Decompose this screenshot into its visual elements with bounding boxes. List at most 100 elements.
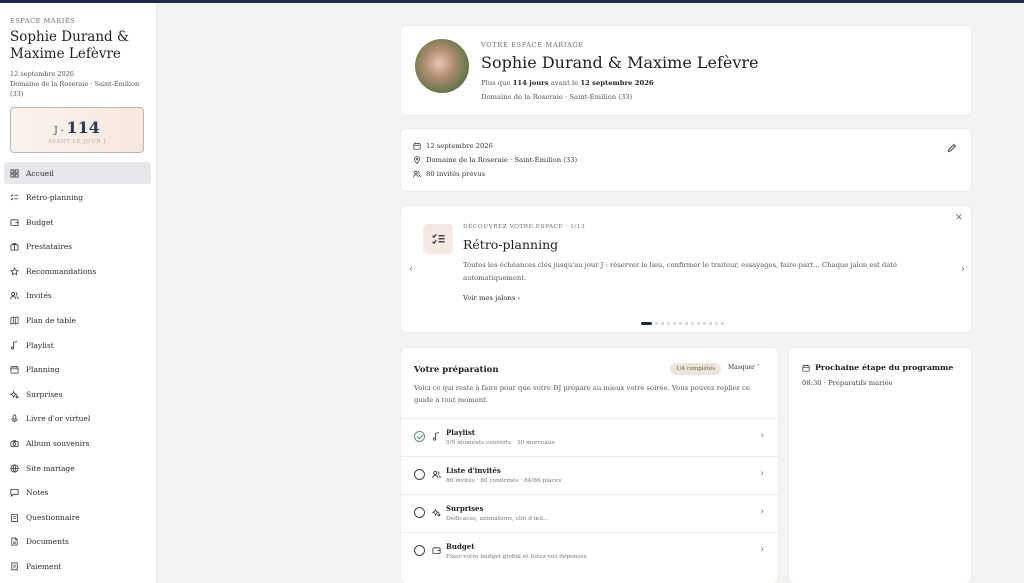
check-empty-icon[interactable] [414, 545, 425, 556]
task-meta: Dédicaces, animations, clin d'œil… [446, 516, 549, 522]
carousel-dot[interactable] [641, 322, 652, 325]
chevron-right-icon: › [517, 294, 521, 302]
sidebar: ESPACE MARIÉS Sophie Durand & Maxime Lef… [0, 3, 157, 583]
couple-names: Sophie Durand & Maxime Lefèvre [10, 29, 129, 62]
pencil-icon[interactable] [947, 143, 957, 153]
sidebar-item-label: Surprises [26, 389, 63, 399]
calendar-icon [802, 364, 810, 372]
event-info-card: 12 septembre 2026 Domaine de la Roseraie… [401, 129, 971, 191]
users-icon [413, 170, 421, 178]
chevron-right-icon: › [760, 507, 764, 517]
carousel-dot[interactable] [673, 322, 676, 325]
chevron-right-icon: › [760, 545, 764, 555]
sidebar-item-label: Playlist [26, 340, 54, 350]
next-step-title: Prochaine étape du programme [802, 363, 953, 372]
hero-countdown-line: Plus que 114 jours avant le 12 septembre… [481, 79, 654, 87]
close-icon[interactable]: × [955, 212, 963, 223]
carousel-dot[interactable] [697, 322, 700, 325]
chevron-left-icon[interactable]: ‹ [409, 264, 413, 275]
hero-days: 114 jours [512, 79, 549, 87]
info-guests: 80 invités prévus [413, 170, 485, 178]
task-name: Playlist [446, 428, 476, 437]
hero-place: Domaine de la Roseraie · Saint-Émilion (… [481, 93, 633, 101]
location-pin-icon [414, 156, 420, 164]
grid-icon [10, 168, 19, 178]
carousel-eyebrow: DÉCOUVREZ VOTRE ESPACE · 1/13 [463, 224, 586, 230]
sidebar-item-album-souvenirs[interactable]: Album souvenirs [4, 433, 151, 455]
task-name: Budget [446, 542, 475, 551]
sidebar-item-label: Recommandations [26, 266, 97, 276]
carousel-dot[interactable] [661, 322, 664, 325]
welcome-card: VOTRE ESPACE MARIAGE Sophie Durand & Max… [401, 26, 971, 115]
carousel-dot[interactable] [691, 322, 694, 325]
info-place: Domaine de la Roseraie · Saint-Émilion (… [413, 156, 577, 164]
sidebar-item-label: Album souvenirs [26, 439, 90, 449]
chevron-up-icon: ˄ [756, 364, 760, 371]
hide-guide-button[interactable]: Masquer ˄ [728, 364, 760, 371]
wedding-place: Domaine de la Roseraie · Saint-Émilion (… [10, 80, 140, 98]
sidebar-eyebrow: ESPACE MARIÉS [10, 17, 76, 25]
task-row-surprises[interactable]: Surprises Dédicaces, animations, clin d'… [401, 494, 778, 532]
carousel-dot[interactable] [709, 322, 712, 325]
carousel-dot[interactable] [721, 322, 724, 325]
task-meta: 86 invités · 80 confirmés · 84/86 places [446, 478, 562, 484]
sidebar-item-label: Rétro-planning [26, 193, 84, 203]
clipboard-icon [10, 513, 19, 522]
users-icon [432, 471, 441, 479]
sidebar-item-accueil[interactable]: Accueil [4, 162, 151, 184]
carousel-dot[interactable] [685, 322, 688, 325]
countdown-label: AVANT LE JOUR J [48, 139, 106, 145]
sidebar-item-prestataires[interactable]: Prestataires [4, 236, 151, 258]
chevron-right-icon: › [760, 469, 764, 479]
document-icon [11, 537, 18, 546]
carousel-dots [641, 322, 727, 325]
sidebar-item-planning[interactable]: Planning [4, 359, 151, 381]
sidebar-item-recommandations[interactable]: Recommandations [4, 260, 151, 282]
sidebar-item-label: Documents [26, 537, 69, 547]
star-icon [10, 266, 19, 276]
sidebar-item-label: Prestataires [26, 242, 73, 252]
sidebar-item-budget[interactable]: Budget [4, 211, 151, 233]
check-done-icon[interactable] [414, 431, 425, 442]
check-empty-icon[interactable] [414, 507, 425, 518]
camera-icon [10, 440, 19, 448]
preparation-title: Votre préparation [414, 365, 499, 375]
sidebar-item-retro-planning[interactable]: Rétro-planning [4, 187, 151, 209]
sidebar-item-invites[interactable]: Invités [4, 285, 151, 307]
carousel-dot[interactable] [703, 322, 706, 325]
hero-eyebrow: VOTRE ESPACE MARIAGE [481, 41, 584, 49]
task-row-budget[interactable]: Budget Fixer votre budget global et list… [401, 532, 778, 570]
carousel-dot[interactable] [655, 322, 658, 325]
sidebar-item-livre-dor[interactable]: Livre d'or virtuel [4, 408, 151, 430]
sidebar-item-label: Questionnaire [26, 512, 80, 522]
carousel-dot[interactable] [715, 322, 718, 325]
sidebar-item-playlist[interactable]: Playlist [4, 334, 151, 356]
sidebar-item-notes[interactable]: Notes [4, 482, 151, 504]
sidebar-item-documents[interactable]: Documents [4, 531, 151, 553]
next-step-item[interactable]: 08:30 · Préparatifs mariée [802, 379, 893, 387]
message-icon [10, 489, 19, 498]
carousel-dot[interactable] [667, 322, 670, 325]
task-row-guests[interactable]: Liste d'invités 86 invités · 80 confirmé… [401, 456, 778, 494]
sidebar-item-plan-de-table[interactable]: Plan de table [4, 310, 151, 332]
hide-label: Masquer [728, 364, 755, 371]
view-milestones-link[interactable]: Voir mes jalons › [463, 294, 520, 302]
chevron-right-icon[interactable]: › [961, 264, 965, 275]
sidebar-item-site-mariage[interactable]: Site mariage [4, 457, 151, 479]
sidebar-item-label: Site mariage [26, 463, 75, 473]
discover-carousel: × ‹ › DÉCOUVREZ VOTRE ESPACE · 1/13 Rétr… [401, 206, 971, 332]
calendar-icon [10, 366, 19, 374]
task-row-playlist[interactable]: Playlist 5/9 moments couverts · 30 morce… [401, 418, 778, 456]
sidebar-item-surprises[interactable]: Surprises [4, 383, 151, 405]
check-empty-icon[interactable] [414, 469, 425, 480]
info-date-text: 12 septembre 2026 [426, 142, 493, 150]
sidebar-item-questionnaire[interactable]: Questionnaire [4, 506, 151, 528]
task-meta: 5/9 moments couverts · 30 morceaux [446, 440, 555, 446]
carousel-title: Rétro-planning [463, 237, 559, 252]
task-name: Liste d'invités [446, 466, 501, 475]
sparkle-icon [432, 508, 441, 517]
map-icon [10, 316, 19, 325]
sidebar-item-paiement[interactable]: Paiement [4, 556, 151, 578]
carousel-dot[interactable] [679, 322, 682, 325]
next-step-card: Prochaine étape du programme 08:30 · Pré… [789, 348, 971, 583]
